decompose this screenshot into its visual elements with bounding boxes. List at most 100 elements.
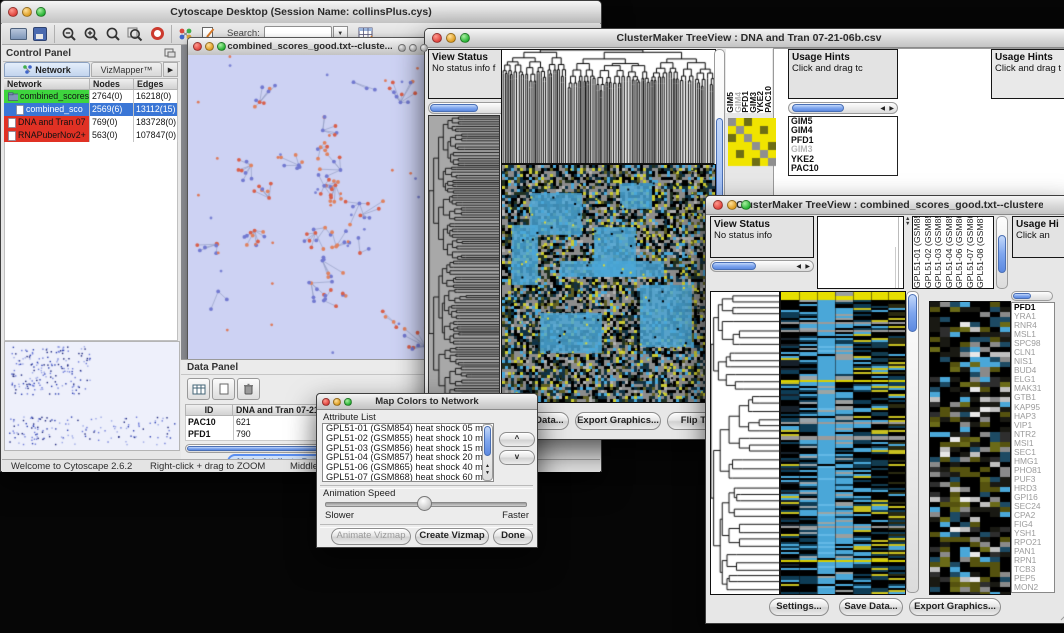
- open-file-button[interactable]: [7, 24, 29, 44]
- network-nodes: 2569(6): [90, 103, 134, 116]
- folder-icon: [8, 92, 18, 101]
- new-attribute-button[interactable]: [212, 378, 235, 400]
- zoom-fit-button[interactable]: [102, 24, 124, 44]
- delete-attribute-button[interactable]: [237, 378, 260, 400]
- zoom-selected-button[interactable]: [124, 24, 146, 44]
- tab-network[interactable]: Network: [4, 62, 90, 77]
- move-down-button[interactable]: v: [499, 450, 535, 465]
- minimize-button[interactable]: [333, 398, 341, 406]
- zoom-button[interactable]: [344, 398, 352, 406]
- zoom-button[interactable]: [460, 33, 470, 43]
- select-attributes-button[interactable]: [187, 378, 210, 400]
- zoom-out-icon: [61, 26, 77, 42]
- tv2-export-graphics-button[interactable]: Export Graphics...: [909, 598, 1001, 616]
- tv2-heatmap-vscrollbar[interactable]: [906, 291, 919, 593]
- tv1-summary-heatmap[interactable]: [728, 118, 776, 168]
- attribute-list[interactable]: GPL51-01 (GSM854) heat shock 05 minGPL51…: [322, 423, 494, 482]
- birdseye-view[interactable]: [4, 341, 180, 451]
- minimize-button[interactable]: [727, 200, 737, 210]
- col-header-edges[interactable]: Edges: [134, 78, 178, 90]
- tv2-secondary-heatmap[interactable]: [929, 301, 1011, 595]
- table-row-selected[interactable]: combined_sco 2569(6) 13112(15): [4, 103, 178, 116]
- column-label: GPL51-06 (GSM865): [955, 216, 966, 288]
- create-vizmap-button[interactable]: Create Vizmap: [415, 528, 489, 545]
- tv2-main-heatmap[interactable]: [780, 291, 906, 595]
- network-nodes: 2764(0): [90, 90, 134, 103]
- tv1-summary-gene-list[interactable]: GIM5GIM4PFD1GIM3YKE2PAC10: [788, 116, 898, 176]
- column-label: PAC10: [764, 86, 772, 113]
- dialog-titlebar[interactable]: Map Colors to Network: [317, 394, 537, 410]
- zoom-button[interactable]: [217, 42, 226, 51]
- minimize-button[interactable]: [409, 44, 417, 52]
- toolbar-separator: [171, 25, 172, 43]
- network-name: DNA and Tran 07: [18, 116, 85, 129]
- tv2-settings-button[interactable]: Settings...: [769, 598, 829, 616]
- tv2-view-status-panel: View Status No status info: [710, 216, 814, 258]
- new-page-icon: [219, 383, 229, 395]
- label-pane-arrows[interactable]: ▲▼: [905, 217, 910, 227]
- tv2-labels-vscrollbar[interactable]: [996, 216, 1008, 289]
- trash-icon: [243, 383, 254, 395]
- zoom-button[interactable]: [36, 7, 46, 17]
- help-button[interactable]: [146, 24, 168, 44]
- col-header-nodes[interactable]: Nodes: [90, 78, 134, 90]
- save-button[interactable]: [29, 24, 51, 44]
- tv2-row-dendrogram[interactable]: [710, 291, 780, 595]
- minimize-button[interactable]: [22, 7, 32, 17]
- speed-slider-thumb[interactable]: [417, 496, 432, 511]
- minimize-button[interactable]: [205, 42, 214, 51]
- gene-label: MON2: [1012, 583, 1054, 592]
- close-button[interactable]: [8, 7, 18, 17]
- close-button[interactable]: [432, 33, 442, 43]
- close-button[interactable]: [322, 398, 330, 406]
- tv2-titlebar[interactable]: ClusterMaker TreeView : combined_scores_…: [706, 196, 1064, 215]
- control-panel-tabs: Network VizMapper™ ▶: [4, 62, 178, 77]
- zoom-in-icon: [83, 26, 99, 42]
- map-colors-dialog: Map Colors to Network Attribute List GPL…: [316, 393, 538, 548]
- move-up-button[interactable]: ^: [499, 432, 535, 447]
- table-row[interactable]: combined_scores 2764(0) 16218(0): [4, 90, 178, 103]
- close-button[interactable]: [193, 42, 202, 51]
- network-canvas[interactable]: [188, 55, 430, 360]
- animate-vizmap-button[interactable]: Animate Vizmap: [331, 528, 411, 545]
- done-button[interactable]: Done: [493, 528, 533, 545]
- tv2-left-hscrollbar[interactable]: ◀ ▶: [710, 260, 814, 272]
- tab-overflow-arrow[interactable]: ▶: [163, 62, 178, 77]
- view-status-text: No status info: [714, 230, 772, 241]
- tv1-main-heatmap[interactable]: [501, 164, 716, 403]
- network-edges: 183728(0): [134, 116, 178, 129]
- data-cell-id: PAC10: [186, 416, 234, 428]
- tab-vizmapper[interactable]: VizMapper™: [91, 62, 162, 77]
- usage-hints-title: Usage Hints: [995, 52, 1053, 63]
- attribute-list-vscrollbar[interactable]: ▲ ▼: [482, 424, 493, 481]
- tv1-column-dendrogram[interactable]: [501, 49, 716, 164]
- col-header-network[interactable]: Network: [4, 78, 90, 90]
- network-view-window[interactable]: combined_scores_good.txt--cluste...: [187, 37, 433, 363]
- tv2-save-data-button[interactable]: Save Data...: [839, 598, 903, 616]
- attribute-list-label: Attribute List: [323, 412, 376, 423]
- main-titlebar[interactable]: Cytoscape Desktop (Session Name: collins…: [1, 1, 601, 24]
- tv1-export-graphics-button[interactable]: Export Graphics...: [575, 412, 661, 430]
- minimize-button[interactable]: [446, 33, 456, 43]
- tv1-titlebar[interactable]: ClusterMaker TreeView : DNA and Tran 07-…: [425, 29, 1064, 48]
- zoom-out-button[interactable]: [58, 24, 80, 44]
- data-col-id[interactable]: ID: [185, 404, 233, 416]
- zoom-button[interactable]: [741, 200, 751, 210]
- zoom-in-button[interactable]: [80, 24, 102, 44]
- resize-grip[interactable]: [1059, 609, 1064, 621]
- tv1-hints-hscrollbar[interactable]: ◀ ▶: [788, 102, 898, 114]
- close-button[interactable]: [398, 44, 406, 52]
- network-tab-icon: [23, 65, 32, 74]
- folder-icon: [10, 28, 27, 40]
- table-row[interactable]: RNAPuberNov2+ 563(0) 107847(0): [4, 129, 178, 142]
- attribute-item[interactable]: GPL51-07 (GSM868) heat shock 60 min: [323, 473, 493, 482]
- table-row[interactable]: DNA and Tran 07 769(0) 183728(0): [4, 116, 178, 129]
- close-button[interactable]: [713, 200, 723, 210]
- float-panel-icon[interactable]: [164, 48, 176, 58]
- file-icon: [16, 105, 24, 115]
- usage-hints-text: Click an: [1016, 230, 1050, 241]
- zoom-button[interactable]: [420, 44, 428, 52]
- tv2-gene-list[interactable]: PFD1YRA1RNR4MSL1SPC98CLN1NIS1BUD4ELG1MAK…: [1011, 302, 1055, 593]
- tv1-row-dendrogram[interactable]: [428, 115, 500, 403]
- tv2-genes-hscrollbar[interactable]: [1011, 291, 1053, 301]
